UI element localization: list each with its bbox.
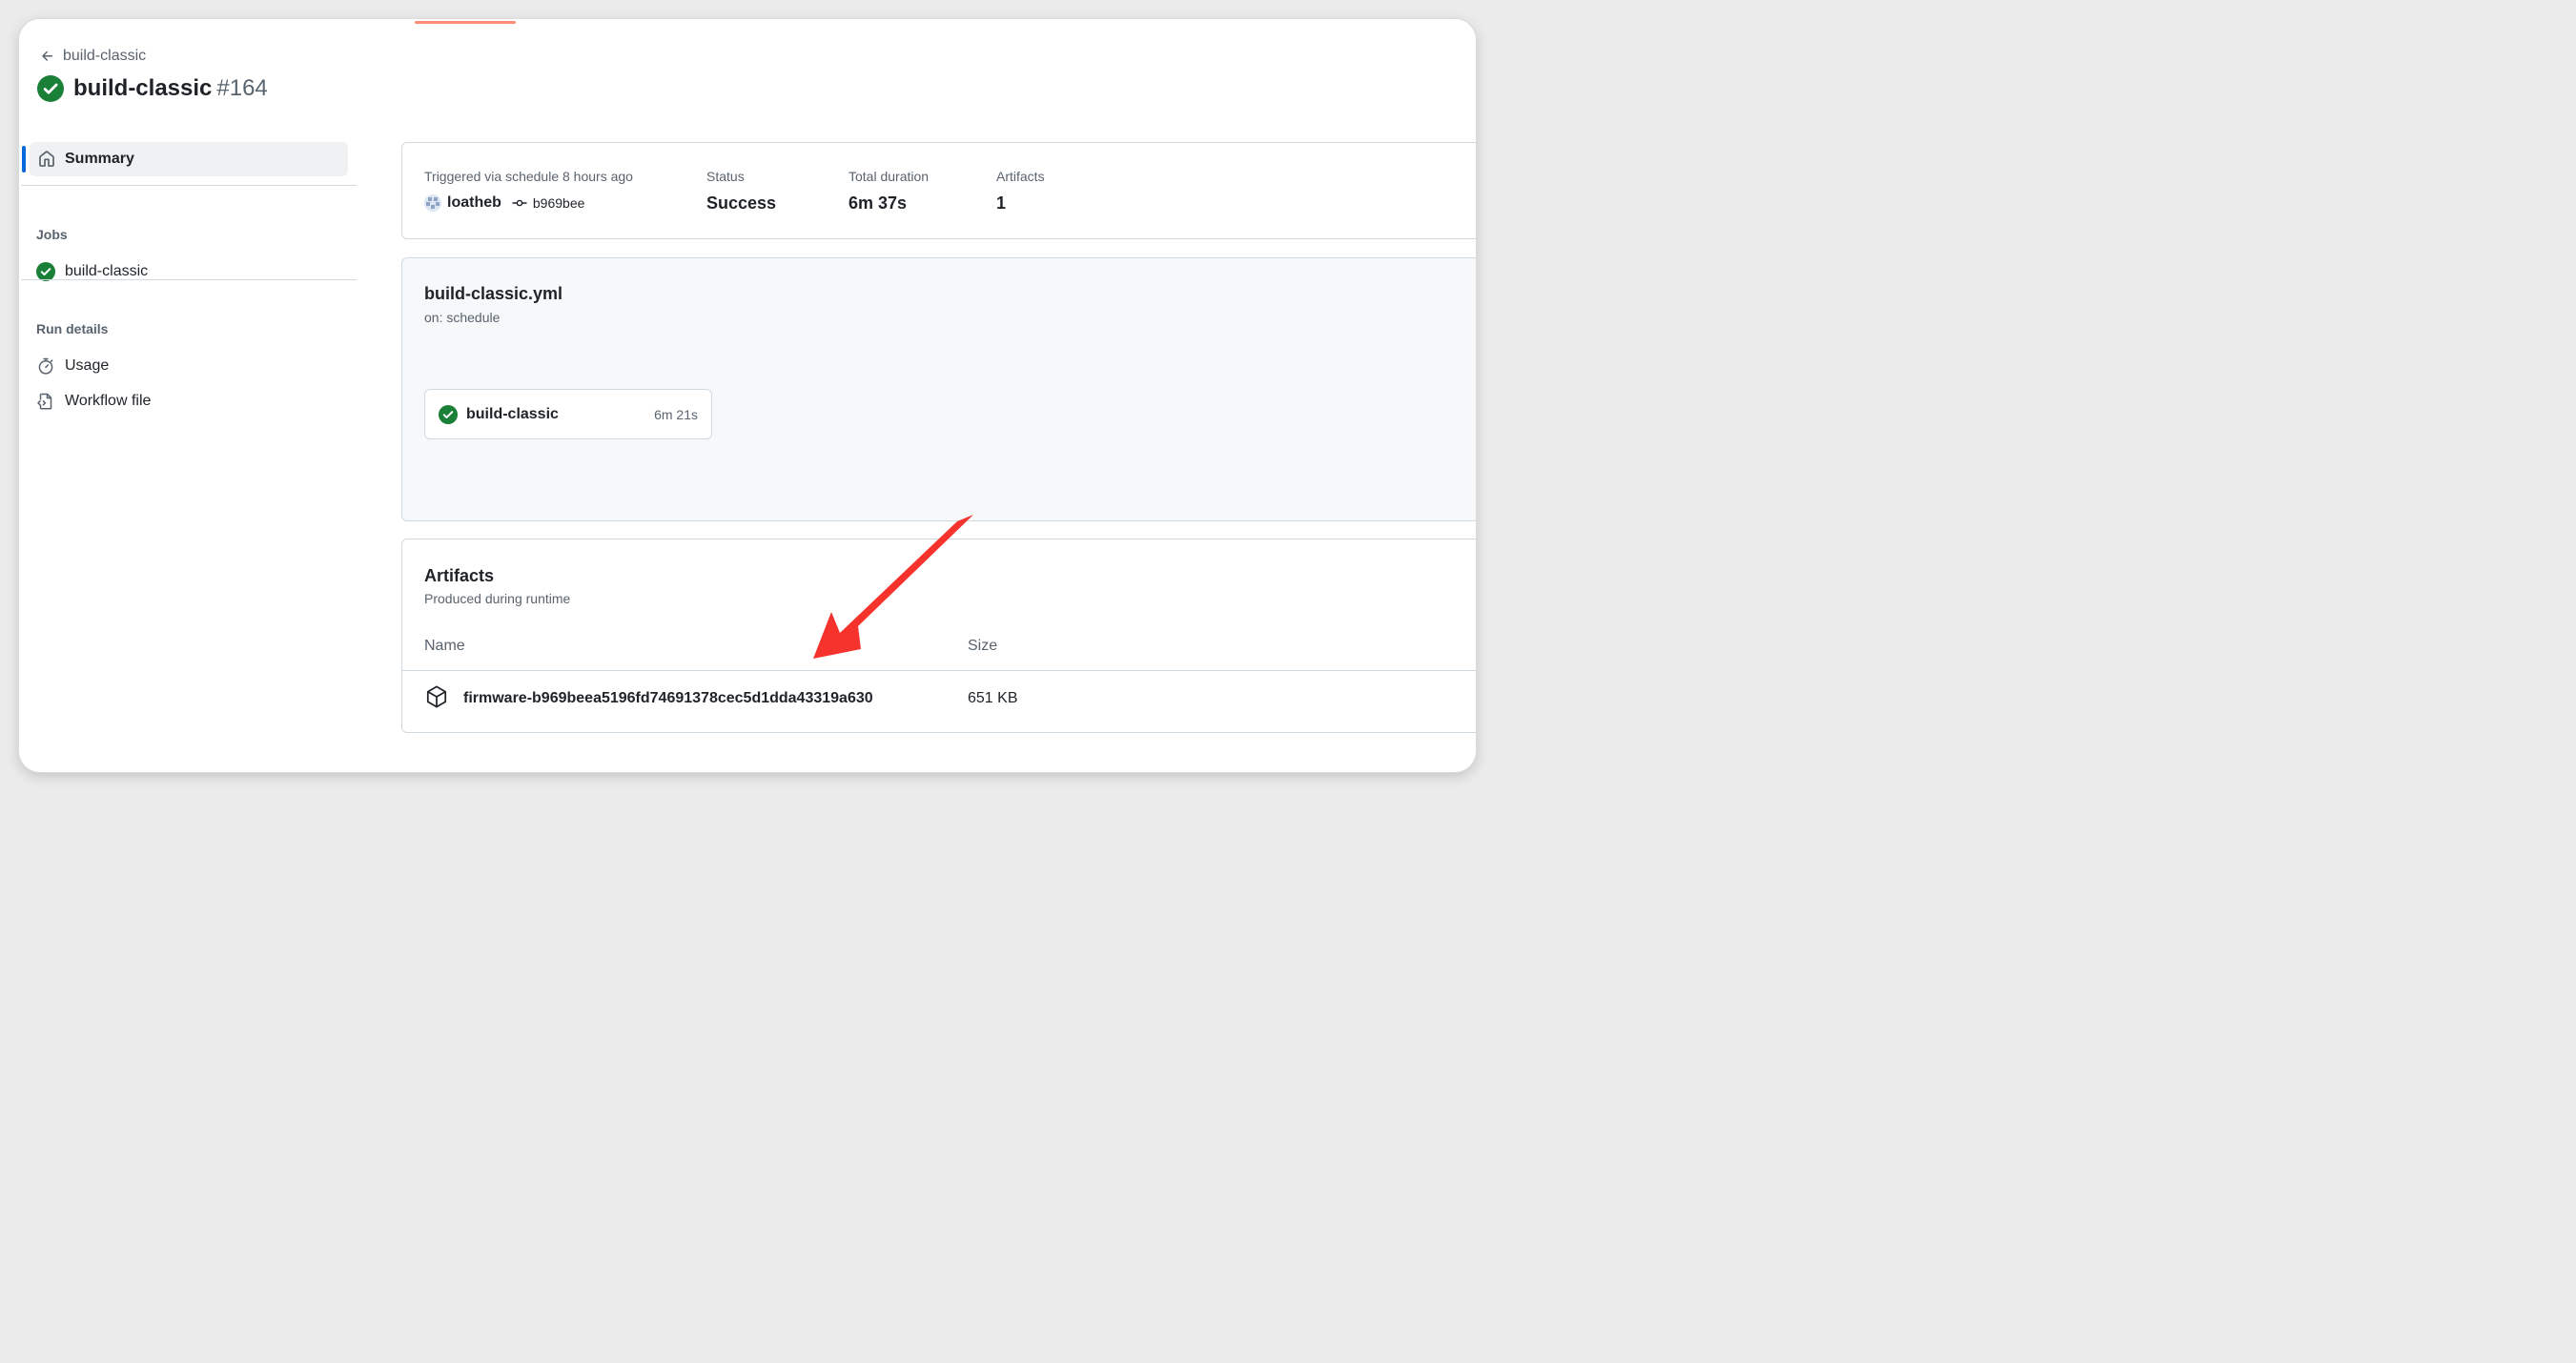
run-details-heading: Run details bbox=[36, 321, 109, 336]
arrow-left-icon bbox=[42, 51, 52, 61]
status-value: Success bbox=[706, 193, 777, 213]
sidebar-divider bbox=[21, 185, 357, 186]
table-row: firmware-b969beea5196fd74691378cec5d1dda… bbox=[402, 671, 1476, 732]
stopwatch-icon bbox=[38, 357, 53, 375]
artifact-size: 651 KB bbox=[968, 690, 1018, 706]
package-icon bbox=[426, 685, 447, 708]
home-icon bbox=[39, 151, 54, 167]
sidebar-item-summary[interactable]: Summary bbox=[30, 142, 348, 176]
sidebar-item-workflow-file[interactable]: Workflow file bbox=[36, 392, 151, 411]
run-summary-card: Triggered via schedule 8 hours ago loath… bbox=[401, 142, 1476, 239]
job-duration: 6m 21s bbox=[654, 406, 698, 422]
sidebar-item-label: build-classic bbox=[65, 263, 149, 279]
sidebar-item-label: Usage bbox=[65, 357, 110, 374]
sidebar-divider bbox=[21, 279, 357, 280]
actor-link[interactable]: loatheb bbox=[447, 194, 501, 212]
column-header-name: Name bbox=[424, 638, 465, 654]
sidebar-item-job[interactable]: build-classic bbox=[36, 262, 148, 281]
artifacts-count-label: Artifacts bbox=[996, 169, 1045, 184]
browser-window: build-classic build-classic #164 Summary … bbox=[19, 19, 1476, 772]
page-title: build-classic #164 bbox=[37, 75, 268, 102]
sidebar-item-label: Summary bbox=[65, 151, 134, 167]
check-circle-icon bbox=[37, 75, 64, 102]
job-name: build-classic bbox=[466, 405, 559, 422]
check-circle-icon bbox=[36, 262, 55, 281]
job-node[interactable]: build-classic 6m 21s bbox=[424, 389, 712, 439]
duration-value: 6m 37s bbox=[848, 193, 908, 213]
jobs-heading: Jobs bbox=[36, 227, 68, 242]
artifact-download-link[interactable]: firmware-b969beea5196fd74691378cec5d1dda… bbox=[463, 690, 873, 707]
git-commit-icon bbox=[512, 199, 527, 207]
artifacts-title: Artifacts bbox=[424, 566, 495, 585]
artifacts-subtitle: Produced during runtime bbox=[424, 591, 571, 606]
trigger-text: Triggered via schedule 8 hours ago bbox=[424, 169, 633, 184]
file-code-icon bbox=[37, 393, 52, 410]
actor-row: loatheb b969bee bbox=[424, 194, 584, 212]
back-link[interactable]: build-classic bbox=[40, 48, 146, 65]
avatar[interactable] bbox=[424, 194, 441, 212]
workflow-trigger: on: schedule bbox=[424, 310, 501, 325]
status-label: Status bbox=[706, 169, 745, 184]
sidebar-item-usage[interactable]: Usage bbox=[36, 356, 109, 376]
back-link-label: build-classic bbox=[63, 48, 147, 64]
commit-sha-link[interactable]: b969bee bbox=[533, 195, 585, 211]
check-circle-icon bbox=[439, 404, 458, 424]
workflow-file-name: build-classic.yml bbox=[424, 284, 563, 303]
artifacts-count-value[interactable]: 1 bbox=[996, 193, 1006, 214]
sidebar-item-label: Workflow file bbox=[65, 393, 152, 409]
workflow-title: build-classic bbox=[73, 75, 213, 101]
active-item-indicator bbox=[22, 146, 26, 173]
run-number: #164 bbox=[216, 75, 268, 101]
workflow-graph-card: build-classic.yml on: schedule build-cla… bbox=[401, 257, 1476, 521]
artifacts-card: Artifacts Produced during runtime Name S… bbox=[401, 539, 1476, 733]
active-tab-indicator bbox=[415, 21, 516, 24]
duration-label: Total duration bbox=[848, 169, 930, 184]
column-header-size: Size bbox=[968, 638, 998, 654]
